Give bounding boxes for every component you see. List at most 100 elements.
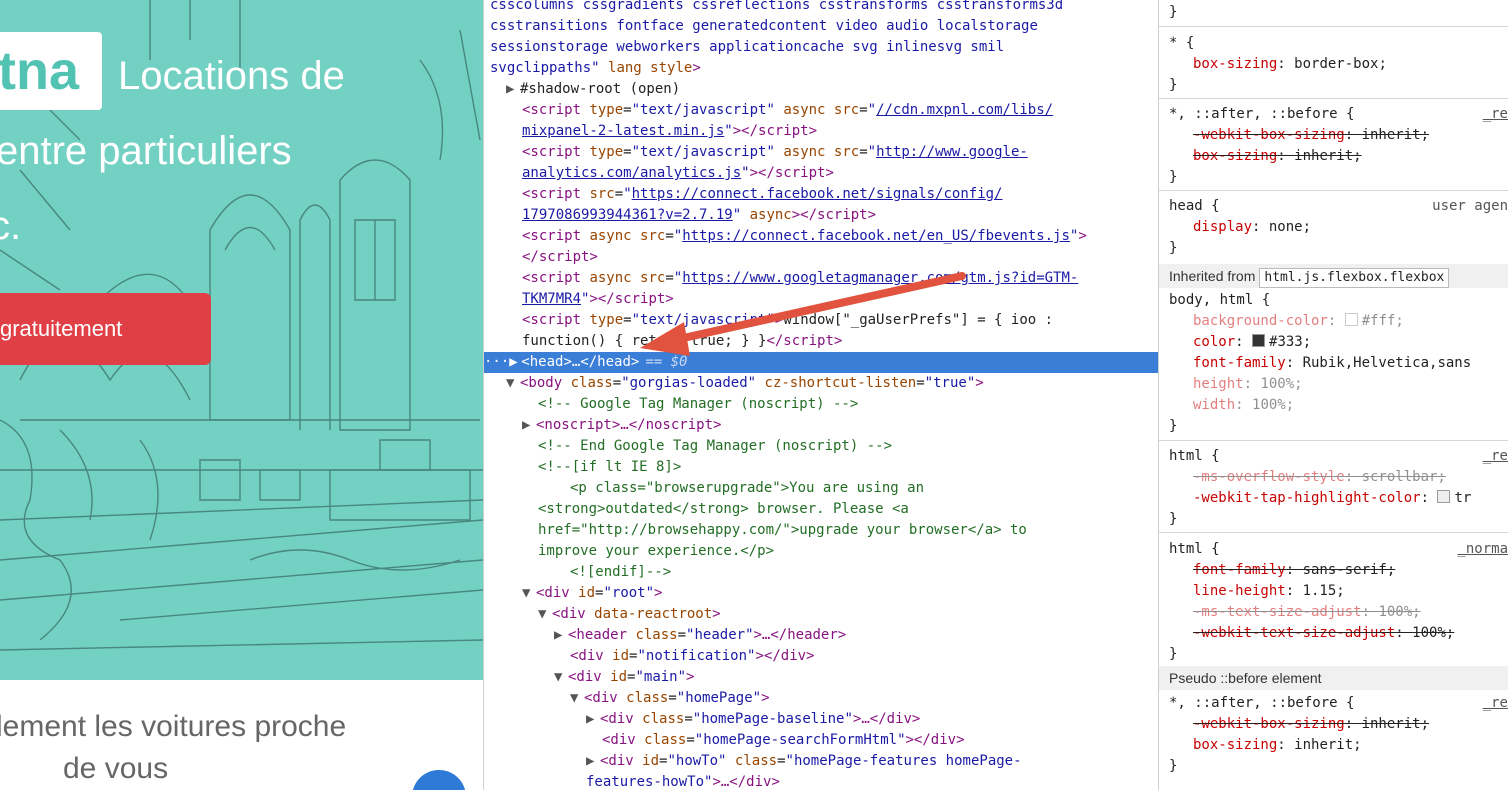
rule-property[interactable]: color: #333;: [1193, 332, 1311, 353]
rule-property[interactable]: font-family: Rubik,Helvetica,sans: [1193, 353, 1471, 374]
dom-node-shadow-root[interactable]: ▶ #shadow-root (open): [506, 79, 1158, 100]
dom-comment[interactable]: <!--[if lt IE 8]>: [538, 457, 1158, 478]
expand-triangle-icon[interactable]: ▶: [586, 751, 600, 772]
color-swatch-icon[interactable]: [1344, 313, 1358, 326]
elements-panel[interactable]: csscolumns cssgradients cssreflections c…: [484, 0, 1158, 790]
expand-triangle-icon[interactable]: ▶: [509, 352, 521, 373]
dom-node-howto[interactable]: ▶ <div id="howTo" class="homePage-feature…: [586, 751, 1158, 772]
dom-line[interactable]: csstransitions fontface generatedcontent…: [490, 16, 1158, 37]
rule-separator: [1159, 532, 1508, 533]
dom-comment[interactable]: improve your experience.</p>: [538, 541, 1158, 562]
dom-node-baseline[interactable]: ▶ <div class="homePage-baseline">…</div>: [586, 709, 1158, 730]
expand-triangle-icon[interactable]: ▶: [554, 625, 568, 646]
dom-node-noscript[interactable]: ▶ <noscript>…</noscript>: [522, 415, 1158, 436]
dom-node-searchform[interactable]: <div class="homePage-searchFormHtml"></d…: [602, 730, 1158, 751]
collapse-triangle-icon[interactable]: ▼: [554, 667, 568, 688]
dom-line[interactable]: svgclippaths" lang style>: [490, 58, 1158, 79]
rule-property-overridden[interactable]: box-sizing: inherit;: [1193, 146, 1362, 167]
stylesheet-source-link[interactable]: _norma: [1457, 539, 1508, 560]
dom-line[interactable]: </script>: [522, 247, 1158, 268]
dom-node-head-selected[interactable]: ···▶ <head>…</head> == $0: [484, 352, 1158, 373]
rule-property-overridden[interactable]: -webkit-text-size-adjust: 100%;: [1193, 623, 1454, 644]
rule-selector[interactable]: body, html {: [1169, 290, 1270, 311]
dom-node-script[interactable]: <script type="text/javascript" async src…: [522, 100, 1158, 121]
dom-node-script[interactable]: <script async src="https://www.googletag…: [522, 268, 1158, 289]
dom-node-homepage[interactable]: ▼ <div class="homePage">: [570, 688, 1158, 709]
rule-separator: [1159, 440, 1508, 441]
stylesheet-source-link[interactable]: _re: [1483, 104, 1508, 125]
dom-comment[interactable]: <!-- End Google Tag Manager (noscript) -…: [538, 436, 1158, 457]
collapse-triangle-icon[interactable]: ▼: [522, 583, 536, 604]
dom-line[interactable]: function() { return true; } }</script>: [522, 331, 1158, 352]
dom-node-header[interactable]: ▶ <header class="header">…</header>: [554, 625, 1158, 646]
rule-selector[interactable]: *, ::after, ::before {_re: [1169, 104, 1508, 125]
rule-property[interactable]: display: none;: [1193, 217, 1311, 238]
cta-label: gratuitement: [0, 316, 123, 341]
rule-property-inherited[interactable]: height: 100%;: [1193, 374, 1303, 395]
rule-selector[interactable]: html {_norma: [1169, 539, 1508, 560]
signup-cta-button[interactable]: gratuitement: [0, 293, 211, 365]
rule-property[interactable]: -webkit-tap-highlight-color: tr: [1193, 488, 1471, 509]
dom-comment[interactable]: <p class="browserupgrade">You are using …: [570, 478, 1158, 499]
chat-bubble-icon[interactable]: [412, 770, 466, 790]
dom-line[interactable]: 1797086993944361?v=2.7.19" async></scrip…: [522, 205, 1158, 226]
pseudo-element-header: Pseudo ::before element: [1159, 666, 1508, 690]
dom-line[interactable]: features-howTo">…</div>: [586, 772, 1158, 790]
rule-selector[interactable]: * {: [1169, 33, 1194, 54]
dom-node-script[interactable]: <script async src="https://connect.faceb…: [522, 226, 1158, 247]
dom-line[interactable]: TKM7MR4"></script>: [522, 289, 1158, 310]
dom-comment[interactable]: <strong>outdated</strong> browser. Pleas…: [538, 499, 1158, 520]
rule-close: }: [1169, 240, 1178, 256]
dom-comment[interactable]: <!-- Google Tag Manager (noscript) -->: [538, 394, 1158, 415]
rule-separator: [1159, 98, 1508, 99]
rule-property-inherited[interactable]: background-color: #fff;: [1193, 311, 1404, 332]
dom-line[interactable]: sessionstorage webworkers applicationcac…: [490, 37, 1158, 58]
more-dots-icon[interactable]: ···: [484, 354, 509, 370]
dom-line[interactable]: csscolumns cssgradients cssreflections c…: [490, 0, 1158, 16]
rule-property-overridden[interactable]: -webkit-box-sizing: inherit;: [1193, 125, 1429, 146]
expand-triangle-icon[interactable]: ▶: [506, 79, 520, 100]
rule-property[interactable]: box-sizing: inherit;: [1193, 735, 1362, 756]
dom-node-script[interactable]: <script src="https://connect.facebook.ne…: [522, 184, 1158, 205]
dom-line[interactable]: analytics.com/analytics.js"></script>: [522, 163, 1158, 184]
rule-close: }: [1169, 4, 1178, 20]
rule-property-inherited[interactable]: width: 100%;: [1193, 395, 1294, 416]
dom-node-main[interactable]: ▼ <div id="main">: [554, 667, 1158, 688]
section-heading-line-2: de vous: [63, 752, 169, 785]
rule-property[interactable]: box-sizing: border-box;: [1193, 54, 1387, 75]
expand-triangle-icon[interactable]: ▶: [522, 415, 536, 436]
expand-triangle-icon[interactable]: ▶: [586, 709, 600, 730]
dom-node-div-root[interactable]: ▼ <div id="root">: [522, 583, 1158, 604]
dom-node-script[interactable]: <script type="text/javascript" async src…: [522, 142, 1158, 163]
dom-node-script[interactable]: <script type="text/javascript">window["_…: [522, 310, 1158, 331]
collapse-triangle-icon[interactable]: ▼: [506, 373, 520, 394]
color-swatch-icon[interactable]: [1437, 490, 1451, 503]
dom-node-div-reactroot[interactable]: ▼ <div data-reactroot>: [538, 604, 1158, 625]
dom-node-notification[interactable]: <div id="notification"></div>: [570, 646, 1158, 667]
rule-selector[interactable]: head {user agen: [1169, 196, 1508, 217]
rule-selector[interactable]: html {_re: [1169, 446, 1508, 467]
inherited-element-link[interactable]: html.js.flexbox.flexbox: [1259, 268, 1450, 288]
rule-property-overridden[interactable]: -ms-text-size-adjust: 100%;: [1193, 602, 1421, 623]
rule-property-overridden[interactable]: -webkit-box-sizing: inherit;: [1193, 714, 1429, 735]
hero-tagline-line-1: Locations de: [118, 54, 345, 98]
stylesheet-source-link[interactable]: _re: [1483, 693, 1508, 714]
dom-comment[interactable]: <![endif]-->: [570, 562, 1158, 583]
dom-comment[interactable]: href="http://browsehappy.com/">upgrade y…: [538, 520, 1158, 541]
styles-panel[interactable]: } * { box-sizing: border-box; } *, ::aft…: [1159, 0, 1508, 790]
stylesheet-source-link[interactable]: _re: [1483, 446, 1508, 467]
rule-property-overridden[interactable]: font-family: sans-serif;: [1193, 560, 1395, 581]
dom-node-body[interactable]: ▼ <body class="gorgias-loaded" cz-shortcu…: [506, 373, 1158, 394]
color-swatch-icon[interactable]: [1252, 334, 1266, 347]
collapse-triangle-icon[interactable]: ▼: [570, 688, 584, 709]
rule-property[interactable]: line-height: 1.15;: [1193, 581, 1345, 602]
user-agent-source: user agen: [1432, 198, 1508, 214]
collapse-triangle-icon[interactable]: ▼: [538, 604, 552, 625]
rule-selector[interactable]: *, ::after, ::before {_re: [1169, 693, 1508, 714]
rule-close: }: [1169, 646, 1178, 662]
dom-line[interactable]: mixpanel-2-latest.min.js"></script>: [522, 121, 1158, 142]
rule-close: }: [1169, 77, 1178, 93]
rule-property-overridden[interactable]: -ms-overflow-style: scrollbar;: [1193, 467, 1446, 488]
hero-banner: tna Locations de entre particuliers c. g…: [0, 0, 483, 680]
hero-tagline-line-2: entre particuliers: [0, 129, 292, 173]
